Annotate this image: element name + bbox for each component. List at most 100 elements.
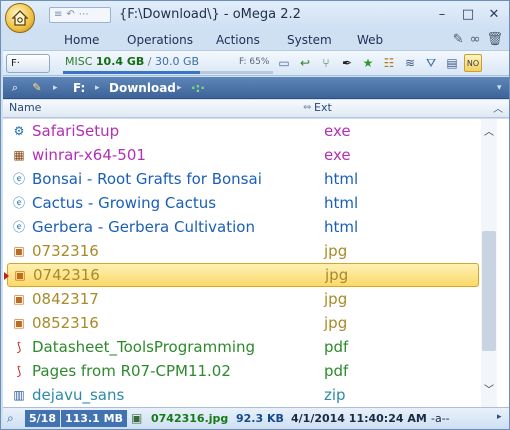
file-row[interactable]: ▣ 0742316 jpg xyxy=(4,263,479,287)
screen-icon[interactable]: ▭ xyxy=(275,54,293,72)
menu-web[interactable]: Web xyxy=(357,31,383,49)
status-count: 5/18 xyxy=(25,410,60,427)
path-arrow-icon[interactable]: ▸ xyxy=(53,81,58,95)
quick-access-menu-icon[interactable]: ≡ xyxy=(54,8,62,22)
web-page-icon: ⓔ xyxy=(12,220,25,234)
file-ext: jpg xyxy=(324,314,348,332)
path-subfolders[interactable]: ·:· xyxy=(191,81,205,95)
installer-icon: ⚙ xyxy=(13,124,25,138)
filter-icon[interactable]: ⛛ xyxy=(422,54,440,72)
file-row[interactable]: ⟆ Pages from R07-CPM11.02 pdf xyxy=(3,359,481,383)
status-bar: ⌕ 5/18 113.1 MB ▣ 0742316.jpg 92.3 KB 4/… xyxy=(3,407,509,429)
status-search-icon[interactable]: ⌕ xyxy=(7,411,14,426)
file-ext: jpg xyxy=(325,266,349,284)
selection-marker-icon xyxy=(4,272,9,280)
file-row[interactable]: ▣ 0842317 jpg xyxy=(3,287,481,311)
path-segment-folder[interactable]: Download xyxy=(109,81,176,95)
status-expand-icon[interactable]: ▸ xyxy=(497,412,502,422)
file-row[interactable]: ⟆ Datasheet_ToolsProgramming pdf xyxy=(3,335,481,359)
file-name: SafariSetup xyxy=(32,122,120,140)
menu-home[interactable]: Home xyxy=(64,31,99,49)
more-icon[interactable]: ⋯ xyxy=(79,8,89,22)
star-icon[interactable]: ★ xyxy=(359,54,377,72)
file-ext: html xyxy=(324,218,359,236)
file-ext: pdf xyxy=(324,362,349,380)
path-arrow-icon[interactable]: ▸ xyxy=(95,81,100,95)
header-collapse-icon[interactable]: ︿ xyxy=(493,100,503,115)
file-list: ⚙ SafariSetup exe ▦ winrar-x64-501 exe ⓔ Bonsai… xyxy=(3,119,481,407)
file-row[interactable]: ⓔ Cactus - Growing Cactus html xyxy=(3,191,481,215)
new-item-icon[interactable]: ✎ xyxy=(453,31,464,49)
hex-icon[interactable]: NO xyxy=(464,54,482,72)
pdf-icon: ⟆ xyxy=(16,340,22,354)
maximize-button[interactable]: □ xyxy=(455,5,481,25)
file-row[interactable]: ⓔ Bonsai - Root Grafts for Bonsai html xyxy=(3,167,481,191)
free-percent-label: F: 65% xyxy=(239,57,270,67)
drive-label: MISC xyxy=(65,55,93,68)
edit-path-icon[interactable]: ✎ xyxy=(29,80,45,96)
file-name: 0852316 xyxy=(32,314,99,332)
undo-icon[interactable]: ↶ xyxy=(66,8,74,22)
scroll-thumb[interactable] xyxy=(482,231,496,351)
close-button[interactable]: ✕ xyxy=(481,5,507,25)
web-page-icon: ⓔ xyxy=(12,172,25,186)
path-arrow-icon[interactable]: ▸ xyxy=(177,81,182,95)
column-ext[interactable]: Ext xyxy=(314,101,332,114)
image-icon: ▣ xyxy=(13,316,25,330)
fav-icon[interactable]: ☷ xyxy=(380,54,398,72)
back-icon[interactable]: ↩ xyxy=(296,54,314,72)
status-image-icon: ▣ xyxy=(131,411,143,425)
column-header: Name ⇔ Ext ︿ xyxy=(3,100,509,118)
vertical-scrollbar[interactable]: ︿ ﹀ xyxy=(481,119,497,407)
menu-operations[interactable]: Operations xyxy=(127,31,193,49)
trash-icon[interactable]: 🗑 xyxy=(486,31,503,49)
app-logo-icon[interactable] xyxy=(5,3,35,33)
file-row[interactable]: ⓔ Gerbera - Gerbera Cultivation html xyxy=(3,215,481,239)
file-row[interactable]: ▣ 0852316 jpg xyxy=(3,311,481,335)
scroll-up-icon[interactable]: ︿ xyxy=(481,123,497,138)
list-icon[interactable]: ≋ xyxy=(401,54,419,72)
link-icon[interactable]: ∞ xyxy=(470,31,481,49)
drive-toolbar: F· MISC 10.4 GB / 30.0 GB F: 65% ▭ ↩ ⑂ ✒… xyxy=(3,50,509,76)
image-icon: ▣ xyxy=(14,268,26,282)
archive-installer-icon: ▦ xyxy=(13,148,25,162)
file-ext: html xyxy=(324,170,359,188)
file-row[interactable]: ▣ 0732316 jpg xyxy=(3,239,481,263)
status-date: 4/1/2014 11:40:24 AM xyxy=(291,412,427,425)
file-row[interactable]: ▥ dejavu_sans zip xyxy=(3,383,481,407)
drive-total: 30.0 GB xyxy=(155,55,200,68)
column-name[interactable]: Name xyxy=(9,101,41,114)
pen-icon[interactable]: ✒ xyxy=(338,54,356,72)
image-icon: ▣ xyxy=(13,244,25,258)
pdf-icon: ⟆ xyxy=(16,364,22,378)
path-bar: ⌕ ✎ ▸ F: ▸ Download ▸ ·:· ▾ xyxy=(3,77,509,99)
menu-actions[interactable]: Actions xyxy=(216,31,260,49)
file-name: Cactus - Growing Cactus xyxy=(32,194,217,212)
file-row[interactable]: ⚙ SafariSetup exe xyxy=(3,119,481,143)
column-divider[interactable]: ⇔ xyxy=(303,102,311,113)
file-row[interactable]: ▦ winrar-x64-501 exe xyxy=(3,143,481,167)
path-dropdown-icon[interactable]: ▾ xyxy=(497,81,502,95)
web-page-icon: ⓔ xyxy=(12,196,25,210)
view-icon[interactable]: ▤ xyxy=(443,54,461,72)
file-ext: jpg xyxy=(324,290,348,308)
minimize-button[interactable]: – xyxy=(429,5,455,25)
search-icon[interactable]: ⌕ xyxy=(7,80,23,96)
file-name: 0842317 xyxy=(32,290,99,308)
status-attributes: -a-- xyxy=(431,412,450,425)
scroll-down-icon[interactable]: ﹀ xyxy=(481,381,497,396)
drive-selector-button[interactable]: F· xyxy=(6,54,50,73)
file-name: dejavu_sans xyxy=(32,386,125,404)
app-window: ≡ ↶ ⋯ {F:\Download\} - oMega 2.2 – □ ✕ H… xyxy=(0,0,510,430)
file-name: 0742316 xyxy=(33,266,100,284)
menu-system[interactable]: System xyxy=(287,31,332,49)
file-ext: zip xyxy=(324,386,346,404)
file-name: winrar-x64-501 xyxy=(32,146,146,164)
toolbar-icons: ▭ ↩ ⑂ ✒ ★ ☷ ≋ ⛛ ▤ NO xyxy=(275,54,482,72)
branch-icon[interactable]: ⑂ xyxy=(317,54,335,72)
file-ext: jpg xyxy=(324,242,348,260)
file-name: Datasheet_ToolsProgramming xyxy=(32,338,256,356)
drive-space-info: MISC 10.4 GB / 30.0 GB xyxy=(65,55,199,68)
free-space-fill xyxy=(63,71,200,74)
path-segment-drive[interactable]: F: xyxy=(73,81,85,95)
